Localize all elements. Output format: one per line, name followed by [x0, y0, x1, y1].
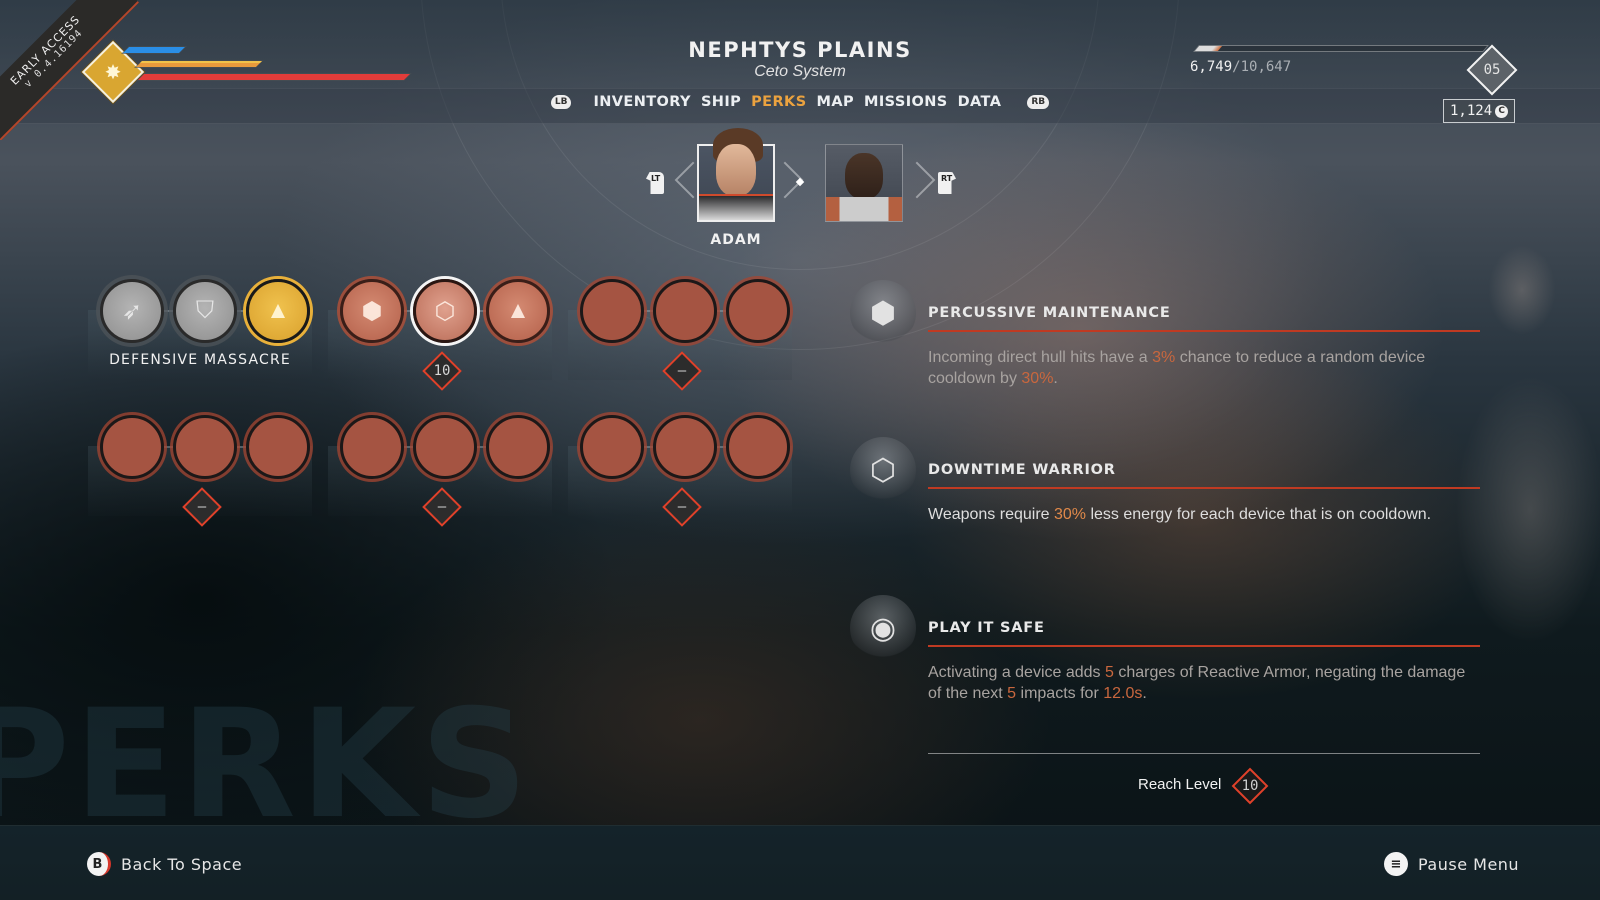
xp-current: 6,749: [1190, 59, 1233, 75]
portrait-face: [716, 144, 756, 196]
level-requirement-value: 10: [433, 363, 451, 379]
selected-character-name: ADAM: [710, 232, 762, 248]
rb-button-hint[interactable]: RB: [1027, 95, 1050, 109]
hero-character-art: [1410, 190, 1600, 810]
perk-slot[interactable]: [340, 415, 404, 479]
back-to-space-label: Back To Space: [121, 854, 243, 874]
perk-slot[interactable]: ⬢: [340, 279, 404, 343]
xp-bar: [1193, 45, 1489, 52]
divider: [928, 645, 1480, 647]
pause-menu-button[interactable]: ≡ Pause Menu: [1384, 852, 1519, 876]
percussive-maintenance-icon: ⬢: [850, 280, 916, 346]
description-text: .: [1053, 370, 1058, 387]
perks-watermark: PERKS: [0, 678, 533, 852]
divider: [928, 330, 1480, 332]
level-requirement-value: –: [197, 499, 207, 515]
tab-perks[interactable]: PERKS: [751, 94, 806, 110]
divider: [928, 753, 1480, 754]
description-text: Activating a device adds: [928, 664, 1105, 681]
tab-missions[interactable]: MISSIONS: [864, 94, 948, 110]
xp-max: /10,647: [1232, 59, 1292, 75]
perk-slot[interactable]: ⬡: [413, 279, 477, 343]
description-text: less energy for each device that is on c…: [1086, 506, 1432, 523]
tab-inventory[interactable]: INVENTORY: [593, 94, 690, 110]
description-text: Incoming direct hull hits have a: [928, 349, 1153, 366]
highlight-value: 30%: [1021, 370, 1054, 387]
highlight-value: 5: [1007, 685, 1017, 702]
highlight-value: 3%: [1152, 349, 1176, 366]
b-button-icon: B: [87, 852, 111, 876]
play-it-safe-icon: ◉: [850, 595, 916, 661]
menu-button-icon: ≡: [1384, 852, 1408, 876]
back-to-space-button[interactable]: B Back To Space: [87, 852, 242, 876]
perk-slot[interactable]: ⛉: [173, 279, 237, 343]
description-text: Weapons require: [928, 506, 1054, 523]
xp-fill: [1194, 46, 1223, 51]
play-it-safe-icon: ▲: [506, 297, 530, 324]
highlight-value: 5: [1105, 664, 1114, 681]
downtime-warrior-icon: ⬡: [850, 437, 916, 503]
character-portrait-adam[interactable]: [697, 128, 775, 222]
highlight-value: 12.0s: [1103, 685, 1143, 702]
system-name: Ceto System: [754, 63, 846, 80]
perk-slot[interactable]: ▲: [486, 279, 550, 343]
level-requirement-value: –: [677, 363, 687, 379]
perk-title: PLAY IT SAFE: [928, 620, 1045, 636]
perk-slot[interactable]: [726, 415, 790, 479]
character-portrait-crew[interactable]: [825, 144, 903, 222]
perk-group-label: DEFENSIVE MASSACRE: [109, 352, 291, 368]
portrait-suit: [826, 197, 902, 221]
shield-breaker-icon: ➶: [121, 297, 143, 325]
unlock-level-value: 10: [1241, 778, 1259, 794]
highlight-value: 30%: [1054, 506, 1087, 523]
lb-button-hint[interactable]: LB: [550, 95, 572, 109]
perk-slot[interactable]: [246, 415, 310, 479]
perk-slot[interactable]: [486, 415, 550, 479]
perk-slot[interactable]: [653, 279, 717, 343]
pause-menu-label: Pause Menu: [1418, 854, 1520, 874]
tab-map[interactable]: MAP: [817, 94, 854, 110]
main-nav: LB INVENTORY SHIP PERKS MAP MISSIONS DAT…: [0, 94, 1600, 110]
downtime-warrior-icon: ⬡: [434, 297, 456, 325]
portrait-suit: [699, 194, 773, 220]
perk-slot[interactable]: ➶: [100, 279, 164, 343]
perk-slot[interactable]: ▲: [246, 279, 310, 343]
perk-slot[interactable]: [580, 279, 644, 343]
portrait-face: [845, 153, 883, 199]
perk-title: PERCUSSIVE MAINTENANCE: [928, 305, 1171, 321]
credits-value: 1,124: [1450, 103, 1493, 119]
perk-description: Activating a device adds 5 charges of Re…: [928, 662, 1468, 704]
perk-slot[interactable]: [580, 415, 644, 479]
level-requirement-value: –: [677, 499, 687, 515]
footer-bar: B Back To Space ≡ Pause Menu: [0, 825, 1600, 900]
unlock-requirement-label: Reach Level: [1138, 776, 1222, 793]
rank-value: 05: [1483, 62, 1501, 78]
perk-slot[interactable]: [726, 279, 790, 343]
credits-icon: C: [1495, 104, 1509, 118]
tab-data[interactable]: DATA: [958, 94, 1002, 110]
shield-icon: ⛉: [196, 297, 214, 324]
percussive-maintenance-icon: ⬢: [361, 297, 383, 325]
perk-title: DOWNTIME WARRIOR: [928, 462, 1116, 478]
perk-description: Incoming direct hull hits have a 3% chan…: [928, 347, 1468, 389]
credits-display: 1,124 C: [1443, 99, 1516, 123]
tab-ship[interactable]: SHIP: [701, 94, 741, 110]
perk-description: Weapons require 30% less energy for each…: [928, 504, 1468, 525]
xp-readout: 6,749/10,647: [1190, 59, 1291, 75]
perk-slot[interactable]: [653, 415, 717, 479]
perk-slot[interactable]: [173, 415, 237, 479]
description-text: .: [1142, 685, 1147, 702]
description-text: impacts for: [1016, 685, 1104, 702]
level-requirement-value: –: [437, 499, 447, 515]
divider: [928, 487, 1480, 489]
perk-slot[interactable]: [413, 415, 477, 479]
play-it-safe-icon: ▲: [266, 297, 290, 324]
perk-slot[interactable]: [100, 415, 164, 479]
